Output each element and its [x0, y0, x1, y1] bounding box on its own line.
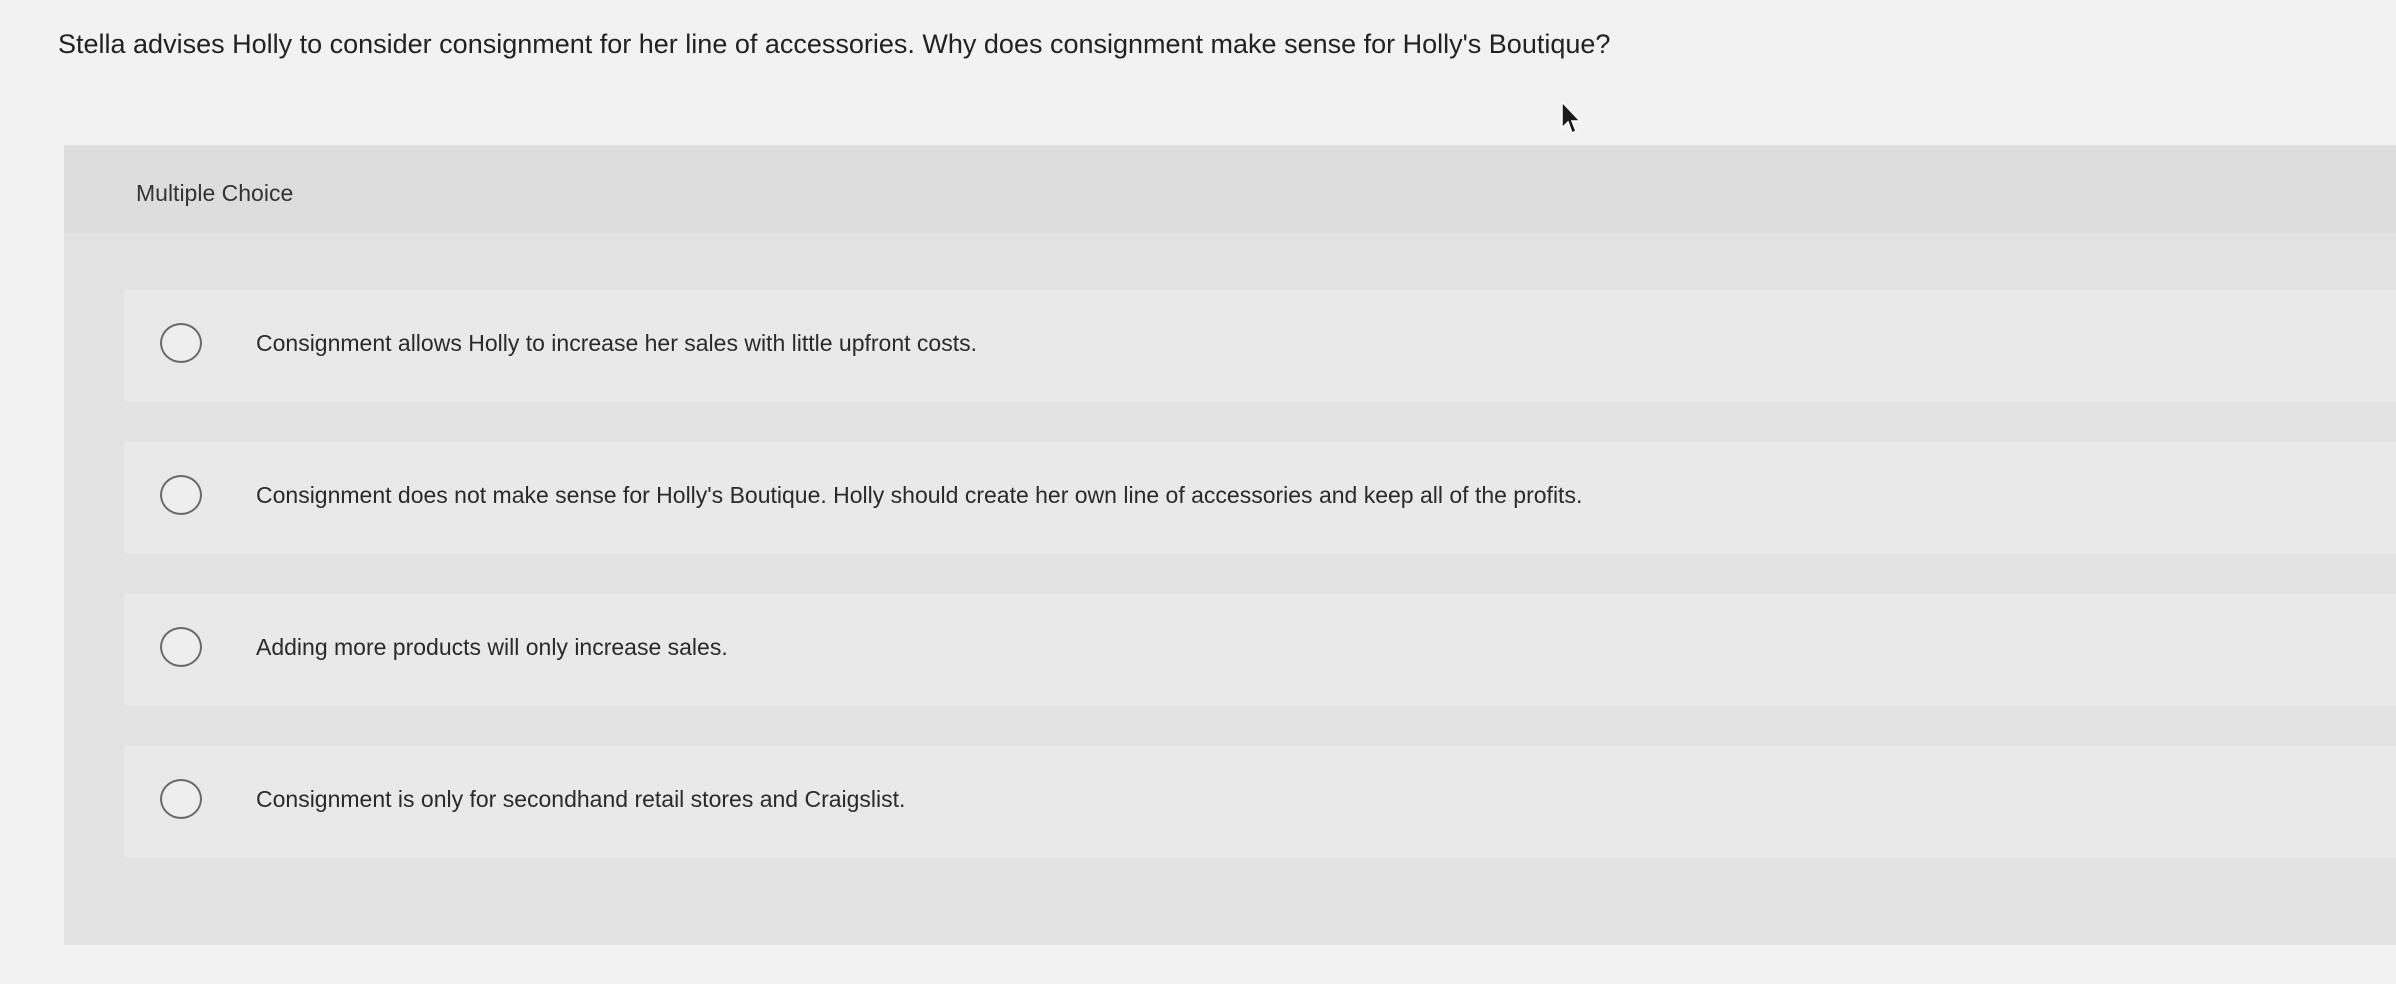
answer-option-1[interactable]: Consignment allows Holly to increase her…: [124, 290, 2396, 402]
question-text: Stella advises Holly to consider consign…: [58, 29, 1611, 59]
radio-empty-icon[interactable]: [160, 323, 202, 363]
mouse-pointer-icon: [1561, 100, 1582, 135]
answer-option-label: Consignment is only for secondhand retai…: [256, 786, 906, 812]
multiple-choice-panel: Multiple Choice Consignment allows Holly…: [64, 145, 2396, 945]
multiple-choice-title: Multiple Choice: [136, 180, 294, 206]
radio-empty-icon[interactable]: [160, 779, 202, 819]
radio-empty-icon[interactable]: [160, 627, 202, 667]
answer-options: Consignment allows Holly to increase her…: [124, 290, 2396, 898]
answer-option-3[interactable]: Adding more products will only increase …: [124, 594, 2396, 706]
answer-option-4[interactable]: Consignment is only for secondhand retai…: [124, 746, 2396, 858]
radio-empty-icon[interactable]: [160, 475, 202, 515]
multiple-choice-header: Multiple Choice: [64, 145, 2396, 233]
answer-option-label: Consignment allows Holly to increase her…: [256, 330, 977, 356]
answer-option-label: Consignment does not make sense for Holl…: [256, 482, 1583, 508]
answer-option-label: Adding more products will only increase …: [256, 634, 728, 660]
answer-option-2[interactable]: Consignment does not make sense for Holl…: [124, 442, 2396, 554]
